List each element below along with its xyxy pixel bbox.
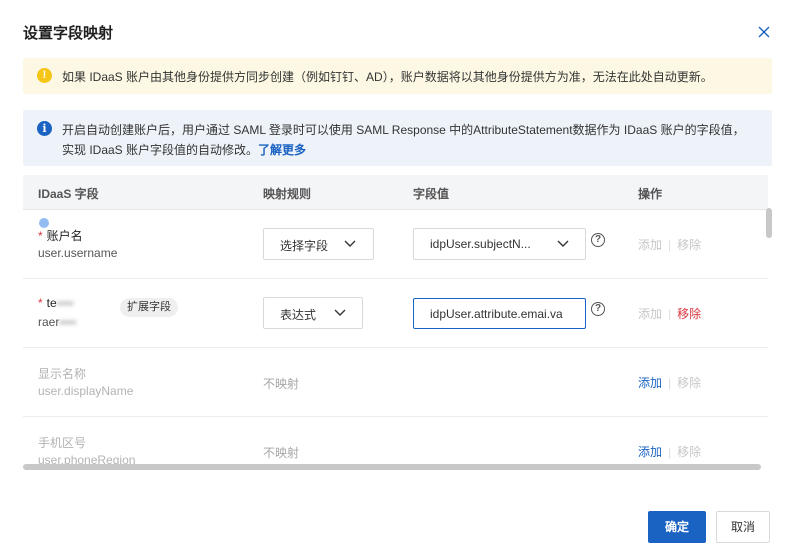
field-label: 显示名称 [38,367,87,381]
chevron-down-icon [334,309,346,316]
header-field-value: 字段值 [413,187,450,201]
rule-select[interactable]: 表达式 [263,297,363,329]
info-text-line2-prefix: 实现 IDaaS 账户字段值的自动修改。 [62,143,259,157]
help-icon[interactable]: ? [591,302,605,316]
table-row: * te▪▪▪▪ 扩展字段 raer▪▪▪▪ 表达式 idpUser.attrib… [23,279,768,348]
remove-button[interactable]: 移除 [677,445,701,459]
table-header: IDaaS 字段 映射规则 字段值 操作 [23,175,768,210]
info-text-line2: 实现 IDaaS 账户字段值的自动修改。了解更多 [62,141,306,158]
info-text-line1: 开启自动创建账户后，用户通过 SAML 登录时可以使用 SAML Respons… [62,123,745,137]
table-row: 显示名称 user.displayName 不映射 添加 | 移除 [23,348,768,417]
add-button[interactable]: 添加 [638,376,662,390]
close-icon[interactable] [754,22,774,42]
field-key: raer▪▪▪▪ [38,315,77,329]
remove-button[interactable]: 移除 [677,376,701,390]
field-key: user.username [38,246,118,260]
rule-select-value: 表达式 [280,308,317,322]
warning-text: 如果 IDaaS 账户由其他身份提供方同步创建（例如钉钉、AD），账户数据将以其… [62,70,713,84]
field-mapping-dialog: 设置字段映射 ! 如果 IDaaS 账户由其他身份提供方同步创建（例如钉钉、AD… [0,0,794,557]
mapping-table: IDaaS 字段 映射规则 字段值 操作 * 账户名 user.username … [23,175,772,470]
field-label: 手机区号 [38,436,87,450]
help-icon[interactable]: ? [591,233,605,247]
unmapped-text: 不映射 [263,377,300,391]
expression-input-value: idpUser.attribute.emai.va [430,307,563,321]
header-actions: 操作 [638,187,663,201]
header-mapping-rule: 映射规则 [263,187,312,201]
warning-icon: ! [37,68,52,83]
chevron-down-icon [557,240,569,247]
value-select-value: idpUser.subjectN... [430,237,531,251]
rule-select-value: 选择字段 [280,239,329,253]
info-icon: i [37,121,52,136]
field-label: * 账户名 [38,229,83,243]
row-actions: 添加 | 移除 [638,445,702,459]
add-button[interactable]: 添加 [638,307,662,321]
vertical-scrollbar[interactable] [766,208,772,238]
row-actions: 添加 | 移除 [638,376,702,390]
chevron-down-icon [344,240,356,247]
header-idaas-field: IDaaS 字段 [38,187,99,201]
remove-button[interactable]: 移除 [677,307,701,321]
dialog-title: 设置字段映射 [23,25,114,42]
value-select[interactable]: idpUser.subjectN... [413,228,586,260]
confirm-button[interactable]: 确定 [648,511,706,543]
horizontal-scrollbar[interactable] [23,464,761,470]
add-button[interactable]: 添加 [638,445,662,459]
warning-alert: ! 如果 IDaaS 账户由其他身份提供方同步创建（例如钉钉、AD），账户数据将… [23,58,772,94]
add-button[interactable]: 添加 [638,238,662,252]
extension-field-tag: 扩展字段 [120,298,178,317]
field-label: * te▪▪▪▪ [38,296,74,310]
info-alert: i 开启自动创建账户后，用户通过 SAML 登录时可以使用 SAML Respo… [23,110,772,166]
cancel-button[interactable]: 取消 [716,511,770,543]
expression-input[interactable]: idpUser.attribute.emai.va [413,298,586,329]
row-actions: 添加 | 移除 [638,238,702,252]
field-key: user.displayName [38,384,134,398]
table-row: 手机区号 user.phoneRegion 不映射 添加 | 移除 [23,417,768,470]
unmapped-text: 不映射 [263,446,300,460]
table-row: * 账户名 user.username 选择字段 idpUser.subjectN… [23,210,768,279]
learn-more-link[interactable]: 了解更多 [258,143,306,157]
required-mark: * [38,229,43,243]
rule-select[interactable]: 选择字段 [263,228,374,260]
remove-button[interactable]: 移除 [677,238,701,252]
row-actions: 添加 | 移除 [638,307,702,321]
